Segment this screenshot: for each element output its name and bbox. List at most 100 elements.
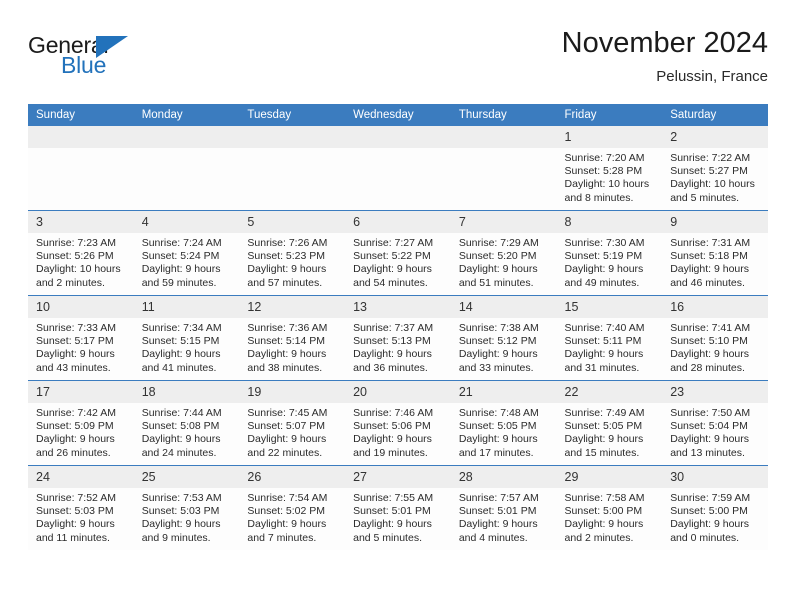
sunset-text: Sunset: 5:07 PM xyxy=(247,420,326,433)
sunrise-text: Sunrise: 7:24 AM xyxy=(141,237,222,249)
daylight-text-line2: and 11 minutes. xyxy=(36,531,110,544)
day-number: 3 xyxy=(28,211,134,233)
daylight-text-line2: and 41 minutes. xyxy=(141,361,217,374)
day-details: Sunrise: 7:46 AM Sunset: 5:06 PM Daylight:… xyxy=(345,403,451,460)
day-number: 7 xyxy=(450,211,557,233)
sunset-text: Sunset: 5:03 PM xyxy=(36,505,114,518)
day-number: 6 xyxy=(345,211,451,233)
calendar-day-cell[interactable]: 12 Sunrise: 7:36 AM Sunset: 5:14 PM Dayligh… xyxy=(239,295,346,381)
daylight-text-line1: Daylight: 9 hours xyxy=(458,518,538,531)
calendar-table: Sunday Monday Tuesday Wednesday Thursday Frid… xyxy=(28,104,768,550)
daylight-text-line2: and 54 minutes. xyxy=(353,276,428,289)
calendar-day-cell[interactable]: 6 Sunrise: 7:27 AM Sunset: 5:22 PM Daylight… xyxy=(345,210,451,296)
sunrise-text: Sunrise: 7:59 AM xyxy=(670,492,751,504)
weekday-header: Sunday Monday Tuesday Wednesday Thursday Frid… xyxy=(28,104,768,126)
sunrise-text: Sunrise: 7:42 AM xyxy=(36,407,116,419)
day-number: 29 xyxy=(556,466,663,488)
calendar-week-row: 17 Sunrise: 7:42 AM Sunset: 5:09 PM Dayligh… xyxy=(28,380,768,466)
daylight-text-line2: and 38 minutes. xyxy=(247,361,323,374)
day-details: Sunrise: 7:29 AM Sunset: 5:20 PM Daylight:… xyxy=(451,233,557,290)
brand-logo[interactable]: General Blue xyxy=(28,32,228,90)
logo-text-blue: Blue xyxy=(61,52,107,78)
day-number: 22 xyxy=(556,381,663,403)
sunrise-text: Sunrise: 7:38 AM xyxy=(458,322,539,334)
day-details: Sunrise: 7:30 AM Sunset: 5:19 PM Daylight:… xyxy=(557,233,663,290)
day-number: 26 xyxy=(239,466,346,488)
sunset-text: Sunset: 5:03 PM xyxy=(141,505,220,518)
daylight-text-line1: Daylight: 10 hours xyxy=(670,178,755,191)
sunset-text: Sunset: 5:23 PM xyxy=(247,250,326,263)
calendar-week-row: 10 Sunrise: 7:33 AM Sunset: 5:17 PM Dayligh… xyxy=(28,295,768,381)
calendar-day-cell[interactable]: 16 Sunrise: 7:41 AM Sunset: 5:10 PM Dayligh… xyxy=(662,295,768,381)
calendar-day-cell[interactable]: 30 Sunrise: 7:59 AM Sunset: 5:00 PM Dayligh… xyxy=(662,465,768,550)
day-number xyxy=(133,126,240,148)
calendar-day-cell[interactable]: 22 Sunrise: 7:49 AM Sunset: 5:05 PM Dayligh… xyxy=(556,380,663,466)
daylight-text-line2: and 4 minutes. xyxy=(458,531,528,544)
calendar-day-cell[interactable]: 8 Sunrise: 7:30 AM Sunset: 5:19 PM Daylight… xyxy=(556,210,663,296)
calendar-day-cell[interactable]: 24 Sunrise: 7:52 AM Sunset: 5:03 PM Dayligh… xyxy=(28,465,134,550)
sunrise-text: Sunrise: 7:44 AM xyxy=(141,407,222,419)
day-number: 18 xyxy=(133,381,240,403)
calendar-day-cell[interactable]: 4 Sunrise: 7:24 AM Sunset: 5:24 PM Daylight… xyxy=(133,210,240,296)
day-number xyxy=(450,126,557,148)
calendar-day-cell[interactable]: 28 Sunrise: 7:57 AM Sunset: 5:01 PM Dayligh… xyxy=(450,465,557,550)
calendar-day-cell[interactable]: 3 Sunrise: 7:23 AM Sunset: 5:26 PM Daylight… xyxy=(28,210,134,296)
daylight-text-line2: and 33 minutes. xyxy=(458,361,534,374)
calendar-day-cell[interactable]: 29 Sunrise: 7:58 AM Sunset: 5:00 PM Dayligh… xyxy=(556,465,663,550)
sunrise-text: Sunrise: 7:46 AM xyxy=(353,407,434,419)
page-title: November 2024 xyxy=(561,27,768,59)
calendar-day-cell[interactable]: 25 Sunrise: 7:53 AM Sunset: 5:03 PM Dayligh… xyxy=(133,465,240,550)
calendar-day-cell[interactable]: 1 Sunrise: 7:20 AM Sunset: 5:28 PM Daylight… xyxy=(556,126,663,211)
calendar-day-cell[interactable]: 17 Sunrise: 7:42 AM Sunset: 5:09 PM Dayligh… xyxy=(28,380,134,466)
day-details: Sunrise: 7:20 AM Sunset: 5:28 PM Daylight:… xyxy=(557,148,663,205)
daylight-text-line1: Daylight: 9 hours xyxy=(247,263,327,276)
sunset-text: Sunset: 5:05 PM xyxy=(458,420,537,433)
calendar-day-cell[interactable]: 27 Sunrise: 7:55 AM Sunset: 5:01 PM Dayligh… xyxy=(345,465,451,550)
calendar-day-cell[interactable]: 21 Sunrise: 7:48 AM Sunset: 5:05 PM Dayligh… xyxy=(450,380,557,466)
daylight-text-line2: and 9 minutes. xyxy=(141,531,211,544)
daylight-text-line1: Daylight: 9 hours xyxy=(141,518,221,531)
calendar-day-cell[interactable]: 5 Sunrise: 7:26 AM Sunset: 5:23 PM Daylight… xyxy=(239,210,346,296)
sunrise-text: Sunrise: 7:40 AM xyxy=(564,322,645,334)
daylight-text-line1: Daylight: 9 hours xyxy=(458,433,538,446)
day-number: 30 xyxy=(662,466,768,488)
calendar-day-cell[interactable]: 9 Sunrise: 7:31 AM Sunset: 5:18 PM Daylight… xyxy=(662,210,768,296)
sunset-text: Sunset: 5:18 PM xyxy=(670,250,748,263)
calendar-day-cell[interactable]: 26 Sunrise: 7:54 AM Sunset: 5:02 PM Dayligh… xyxy=(239,465,346,550)
calendar-day-cell[interactable]: 15 Sunrise: 7:40 AM Sunset: 5:11 PM Dayligh… xyxy=(556,295,663,381)
daylight-text-line1: Daylight: 9 hours xyxy=(353,518,432,531)
day-details: Sunrise: 7:50 AM Sunset: 5:04 PM Daylight:… xyxy=(662,403,768,460)
sunset-text: Sunset: 5:10 PM xyxy=(670,335,748,348)
calendar-day-cell[interactable]: 14 Sunrise: 7:38 AM Sunset: 5:12 PM Dayligh… xyxy=(450,295,557,381)
daylight-text-line2: and 28 minutes. xyxy=(670,361,745,374)
sunset-text: Sunset: 5:00 PM xyxy=(564,505,643,518)
sunset-text: Sunset: 5:12 PM xyxy=(458,335,537,348)
day-number: 21 xyxy=(450,381,557,403)
sunrise-text: Sunrise: 7:34 AM xyxy=(141,322,222,334)
page-header: General Blue November 2024 Pelussin, Fra… xyxy=(28,26,768,98)
day-details: Sunrise: 7:22 AM Sunset: 5:27 PM Daylight:… xyxy=(662,148,768,205)
calendar-day-cell[interactable]: 19 Sunrise: 7:45 AM Sunset: 5:07 PM Dayligh… xyxy=(239,380,346,466)
sunset-text: Sunset: 5:09 PM xyxy=(36,420,114,433)
weekday-header-cell: Sunday xyxy=(28,104,134,126)
sunset-text: Sunset: 5:05 PM xyxy=(564,420,643,433)
day-number: 8 xyxy=(556,211,663,233)
calendar-day-cell[interactable]: 11 Sunrise: 7:34 AM Sunset: 5:15 PM Dayligh… xyxy=(133,295,240,381)
calendar-day-cell[interactable]: 20 Sunrise: 7:46 AM Sunset: 5:06 PM Dayligh… xyxy=(345,380,451,466)
page-subtitle: Pelussin, France xyxy=(656,68,768,85)
calendar-day-cell[interactable]: 23 Sunrise: 7:50 AM Sunset: 5:04 PM Dayligh… xyxy=(662,380,768,466)
daylight-text-line1: Daylight: 9 hours xyxy=(670,518,750,531)
day-details: Sunrise: 7:37 AM Sunset: 5:13 PM Daylight:… xyxy=(345,318,451,375)
calendar-day-cell[interactable]: 18 Sunrise: 7:44 AM Sunset: 5:08 PM Dayligh… xyxy=(133,380,240,466)
sunset-text: Sunset: 5:01 PM xyxy=(353,505,431,518)
weekday-header-cell: Saturday xyxy=(662,104,768,126)
calendar-day-cell[interactable]: 13 Sunrise: 7:37 AM Sunset: 5:13 PM Dayligh… xyxy=(345,295,451,381)
day-number: 4 xyxy=(133,211,240,233)
calendar-day-cell[interactable]: 10 Sunrise: 7:33 AM Sunset: 5:17 PM Dayligh… xyxy=(28,295,134,381)
calendar-day-cell[interactable]: 7 Sunrise: 7:29 AM Sunset: 5:20 PM Daylight… xyxy=(450,210,557,296)
sunrise-text: Sunrise: 7:20 AM xyxy=(564,152,645,164)
day-details: Sunrise: 7:24 AM Sunset: 5:24 PM Daylight:… xyxy=(134,233,240,290)
daylight-text-line1: Daylight: 9 hours xyxy=(564,263,644,276)
day-number: 13 xyxy=(345,296,451,318)
calendar-day-cell[interactable]: 2 Sunrise: 7:22 AM Sunset: 5:27 PM Daylight… xyxy=(662,126,768,211)
